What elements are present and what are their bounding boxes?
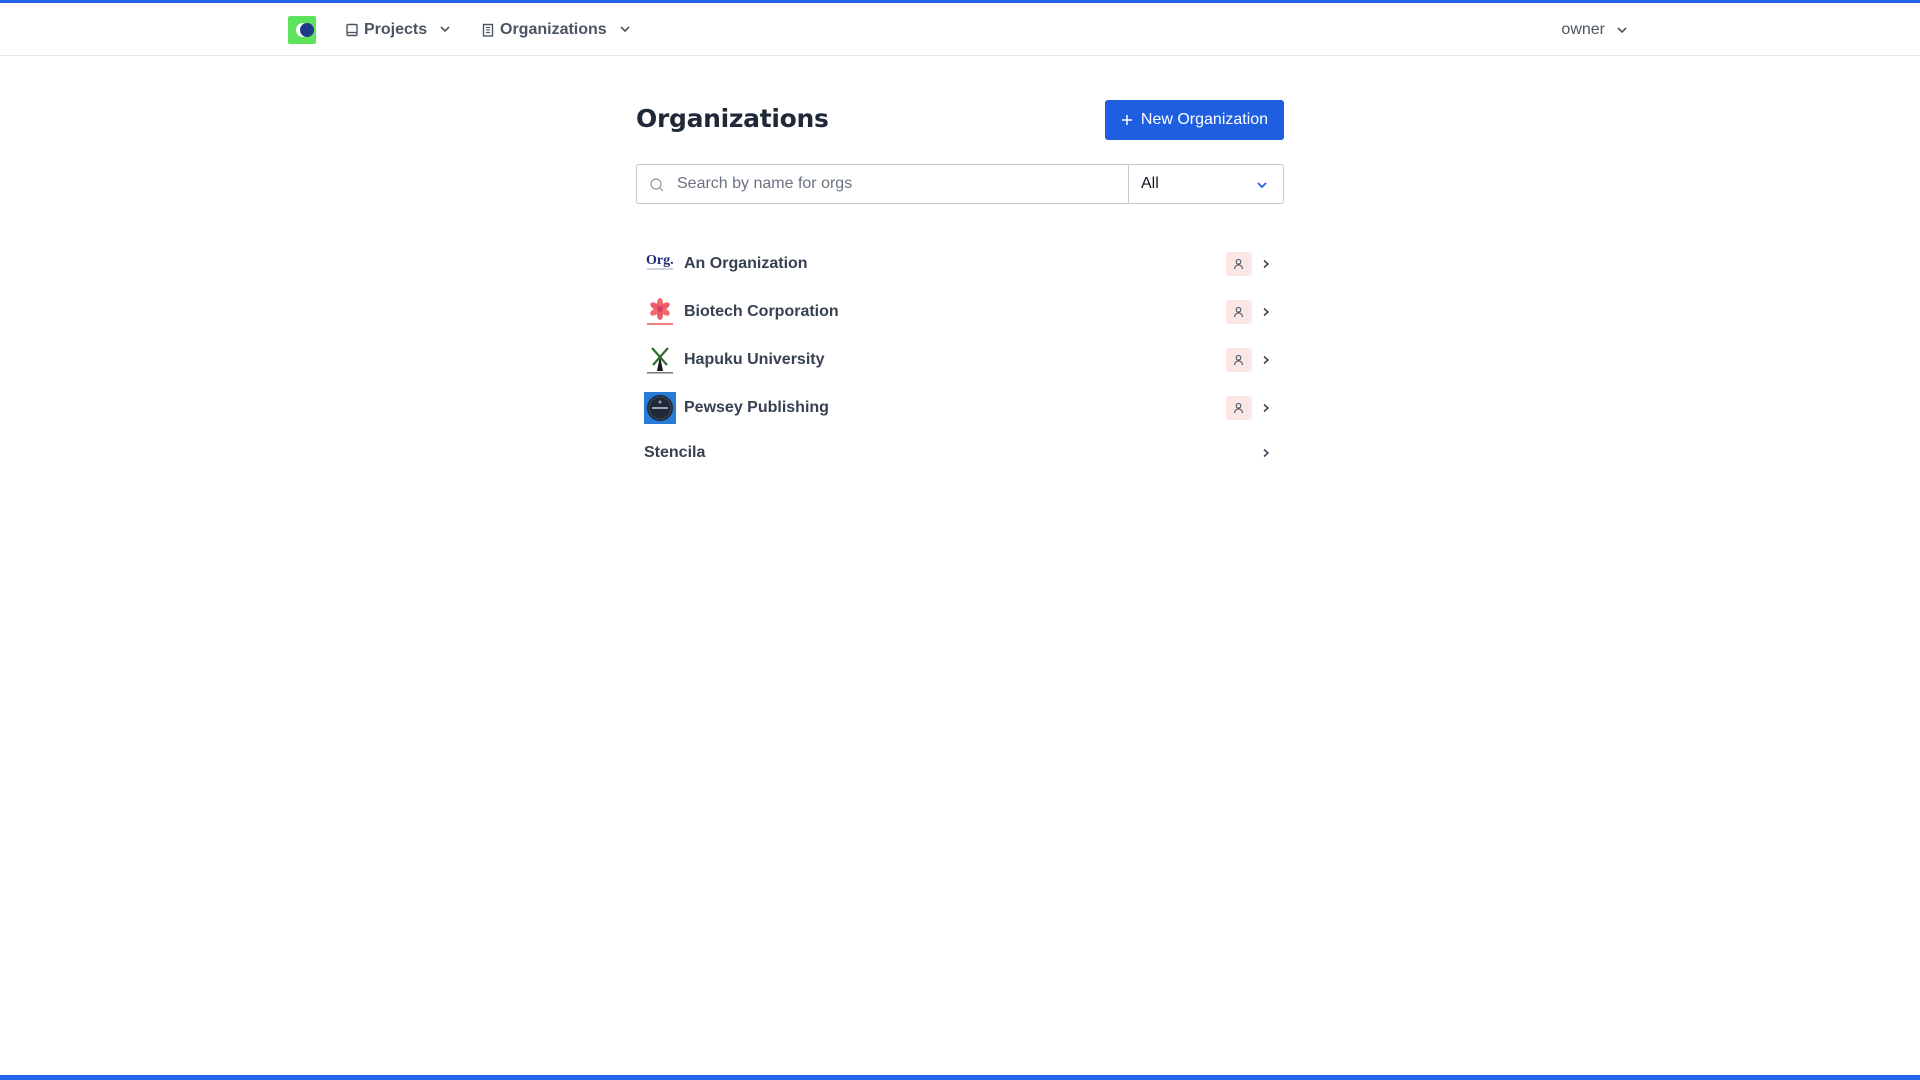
- chevron-down-icon: [1257, 182, 1267, 189]
- chevron-down-icon: [620, 26, 630, 33]
- role-badge: [1226, 252, 1252, 276]
- organization-list: Org. An Organization Biotech Corporation…: [636, 240, 1284, 474]
- nav-organizations-label: Organizations: [500, 21, 607, 38]
- role-badge: [1226, 348, 1252, 372]
- org-row[interactable]: Pewsey Publishing: [636, 384, 1284, 432]
- user-icon: [1233, 258, 1244, 270]
- org-name: An Organization: [684, 255, 808, 272]
- nav-projects-menu[interactable]: Projects: [345, 18, 454, 42]
- role-badge: [1226, 396, 1252, 420]
- search-icon: [650, 178, 664, 192]
- nav-projects-label: Projects: [364, 21, 428, 38]
- flower-logo-icon: [644, 296, 676, 328]
- new-organization-button[interactable]: New Organization: [1105, 100, 1284, 140]
- org-name: Hapuku University: [684, 351, 825, 368]
- chevron-right-icon: [1263, 403, 1270, 413]
- nav-organizations-menu[interactable]: Organizations: [481, 18, 634, 42]
- new-organization-label: New Organization: [1140, 111, 1269, 128]
- org-text-logo-icon: Org.: [644, 248, 676, 280]
- chevron-right-icon: [1263, 259, 1270, 269]
- org-name: Biotech Corporation: [684, 303, 839, 320]
- svg-text:Org.: Org.: [646, 253, 674, 268]
- circle-badge-logo-icon: [644, 392, 676, 424]
- filter-selected-value: All: [1141, 175, 1159, 192]
- app-logo[interactable]: [288, 16, 316, 44]
- chevron-down-icon: [1617, 27, 1627, 34]
- chevron-down-icon: [440, 26, 450, 33]
- plus-icon: [1121, 115, 1132, 125]
- org-filter-select[interactable]: All: [1128, 164, 1284, 204]
- user-icon: [1233, 402, 1244, 414]
- chevron-right-icon: [1263, 448, 1270, 458]
- search-box: [636, 164, 1129, 204]
- top-navbar: Projects Organizations owner: [0, 3, 1920, 56]
- building-icon: [482, 23, 494, 37]
- role-badge: [1226, 300, 1252, 324]
- bottom-accent-bar: [0, 1075, 1920, 1080]
- org-row[interactable]: Hapuku University: [636, 336, 1284, 384]
- org-name: Pewsey Publishing: [684, 399, 829, 416]
- chevron-right-icon: [1263, 307, 1270, 317]
- user-menu-label: owner: [1561, 21, 1605, 38]
- org-row[interactable]: Org. An Organization: [636, 240, 1284, 288]
- chevron-right-icon: [1263, 355, 1270, 365]
- user-icon: [1233, 354, 1244, 366]
- book-icon: [346, 23, 358, 37]
- org-row[interactable]: Stencila: [636, 432, 1284, 474]
- windmill-logo-icon: [644, 344, 676, 376]
- search-input[interactable]: [677, 165, 1125, 203]
- user-icon: [1233, 306, 1244, 318]
- page-title: Organizations: [636, 104, 829, 133]
- org-name: Stencila: [644, 444, 706, 461]
- org-row[interactable]: Biotech Corporation: [636, 288, 1284, 336]
- user-menu[interactable]: owner: [1561, 18, 1629, 42]
